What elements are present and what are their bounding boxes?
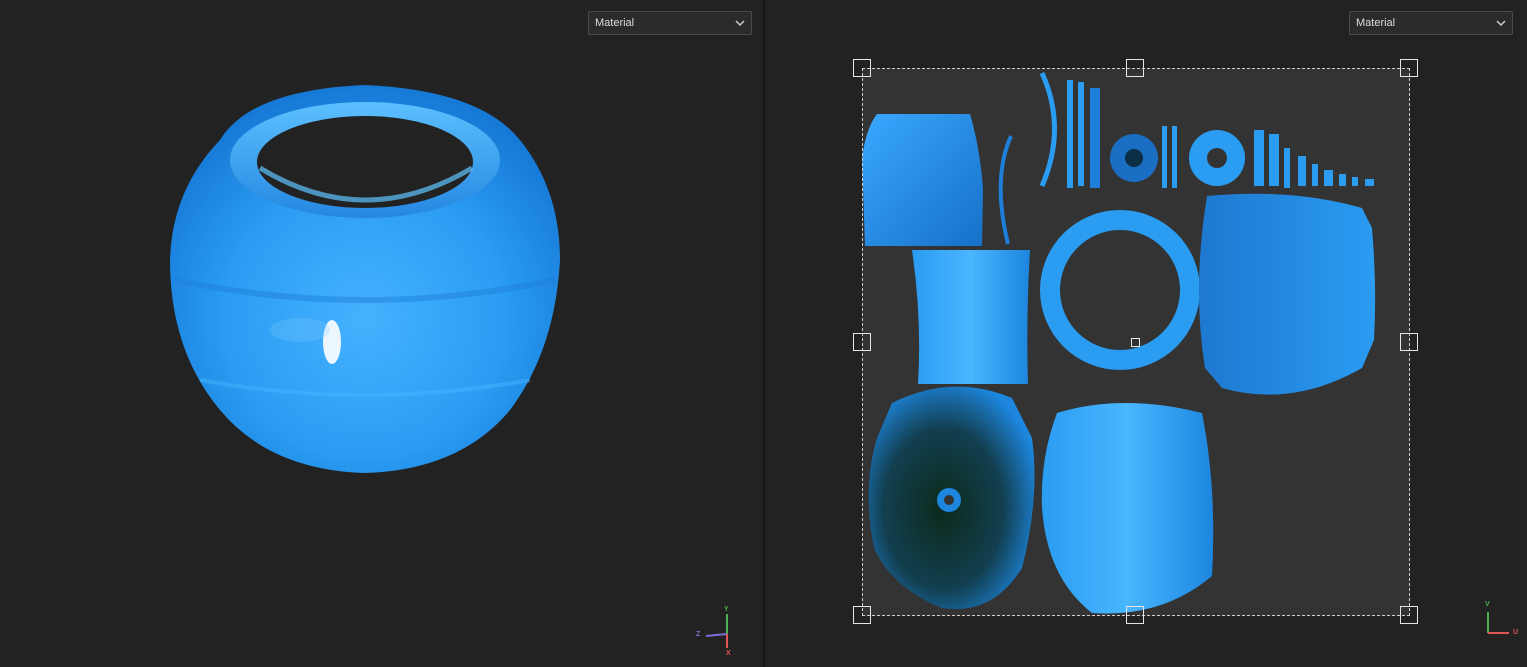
axis-y-label: Y [724, 606, 729, 613]
chevron-down-icon [735, 20, 745, 27]
material-dropdown-uv[interactable]: Material [1349, 11, 1513, 35]
axis-gizmo-icon: Y Z X [690, 606, 740, 661]
axis-v-label: V [1485, 601, 1490, 608]
pot-mesh-3d[interactable] [160, 80, 570, 480]
handle-top-left[interactable] [853, 59, 871, 77]
material-dropdown-3d[interactable]: Material [588, 11, 752, 35]
handle-middle-right[interactable] [1400, 333, 1418, 351]
axis-z-label: Z [696, 631, 701, 638]
axis-u-label: U [1513, 629, 1519, 636]
handle-bottom-center[interactable] [1126, 606, 1144, 624]
uv-axis-gizmo-icon: V U [1477, 598, 1522, 642]
viewport-3d[interactable]: Material Y Z X [0, 0, 763, 667]
axis-x-label: X [726, 650, 731, 657]
handle-bottom-right[interactable] [1400, 606, 1418, 624]
material-dropdown-uv-value: Material [1356, 17, 1396, 29]
handle-bottom-left[interactable] [853, 606, 871, 624]
material-dropdown-3d-value: Material [595, 17, 635, 29]
handle-middle-left[interactable] [853, 333, 871, 351]
chevron-down-icon [1496, 20, 1506, 27]
handle-top-center[interactable] [1126, 59, 1144, 77]
viewport-uv[interactable]: Material V U [765, 0, 1527, 667]
pivot-handle[interactable] [1131, 338, 1140, 347]
handle-top-right[interactable] [1400, 59, 1418, 77]
